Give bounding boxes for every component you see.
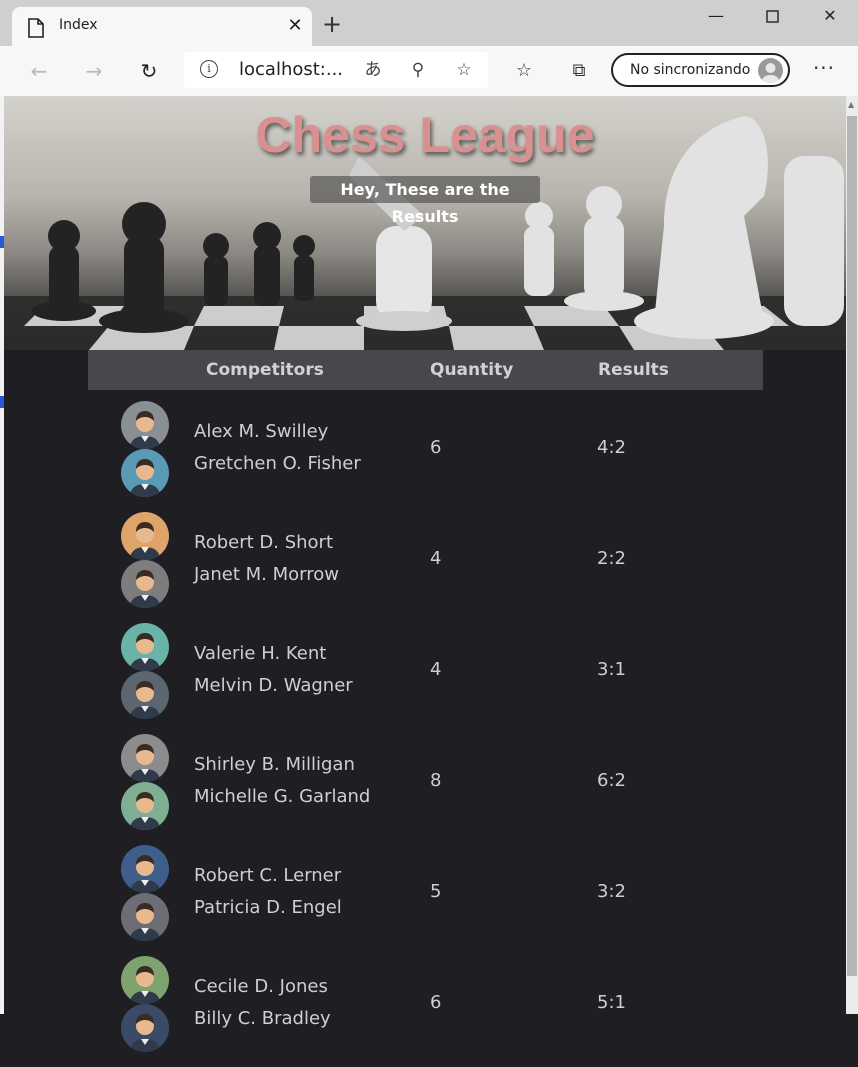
header-competitors: Competitors	[206, 360, 324, 380]
header-results: Results	[598, 360, 669, 380]
scroll-up-arrow-icon[interactable]: ▲	[848, 100, 854, 109]
close-window-button[interactable]: ✕	[802, 2, 858, 32]
sync-profile-button[interactable]: No sincronizando	[611, 53, 790, 87]
toolbar: ← → ↻ i localhost:... あ ⚲ ☆ ☆ ⧉ No sincr…	[0, 46, 858, 97]
zoom-out-icon[interactable]: ⚲	[406, 58, 430, 82]
quantity-cell: 5	[430, 881, 442, 902]
close-tab-icon[interactable]: ✕	[284, 15, 306, 37]
competitor-name: Melvin D. Wagner	[194, 675, 353, 696]
site-info-icon[interactable]: i	[200, 60, 218, 78]
competitor-name: Shirley B. Milligan	[194, 754, 355, 775]
table-row: Robert D. Short Janet M. Morrow 4 2:2	[88, 512, 763, 623]
competitor-avatar	[121, 782, 169, 830]
competitor-name: Robert C. Lerner	[194, 865, 342, 886]
address-bar[interactable]: i localhost:... あ ⚲ ☆	[184, 52, 488, 88]
competitor-name: Michelle G. Garland	[194, 786, 371, 807]
competitor-name: Cecile D. Jones	[194, 976, 328, 997]
competitor-avatar	[121, 1004, 169, 1052]
scrollbar-thumb[interactable]	[847, 116, 857, 976]
page-title: Chess League	[255, 107, 595, 163]
competitor-avatar	[121, 401, 169, 449]
reload-button[interactable]: ↻	[134, 56, 164, 86]
document-icon	[28, 18, 44, 42]
competitor-name: Billy C. Bradley	[194, 1008, 331, 1029]
competitor-name: Patricia D. Engel	[194, 897, 342, 918]
results-table-header: Competitors Quantity Results	[88, 350, 763, 390]
favorites-list-icon[interactable]: ☆	[511, 58, 537, 84]
result-cell: 6:2	[597, 770, 626, 791]
result-cell: 3:2	[597, 881, 626, 902]
title-bar: Index ✕ + — ✕	[0, 0, 858, 46]
competitor-name: Robert D. Short	[194, 532, 333, 553]
sync-label: No sincronizando	[630, 62, 751, 78]
minimize-button[interactable]: —	[688, 2, 744, 32]
competitor-avatar	[121, 734, 169, 782]
result-cell: 3:1	[597, 659, 626, 680]
competitor-avatar	[121, 623, 169, 671]
quantity-cell: 4	[430, 548, 442, 569]
tab-title: Index	[59, 17, 98, 33]
forward-button[interactable]: →	[79, 56, 109, 86]
hero-banner: Chess League Hey, These are the Results	[4, 96, 846, 350]
page-subtitle: Hey, These are the Results	[310, 176, 540, 226]
more-options-icon[interactable]: ···	[810, 56, 838, 84]
translate-icon[interactable]: あ	[361, 58, 385, 82]
collections-icon[interactable]: ⧉	[566, 58, 592, 84]
maximize-button[interactable]	[744, 2, 800, 32]
page-scrollbar[interactable]: ▲	[846, 96, 858, 1014]
competitor-name: Alex M. Swilley	[194, 421, 329, 442]
profile-avatar-icon	[758, 58, 783, 83]
new-tab-button[interactable]: +	[318, 11, 346, 39]
favorite-star-icon[interactable]: ☆	[452, 58, 476, 82]
quantity-cell: 6	[430, 437, 442, 458]
back-button[interactable]: ←	[24, 56, 54, 86]
competitor-avatar	[121, 512, 169, 560]
quantity-cell: 6	[430, 992, 442, 1013]
competitor-name: Janet M. Morrow	[194, 564, 339, 585]
address-text[interactable]: localhost:...	[239, 59, 343, 80]
table-row: Valerie H. Kent Melvin D. Wagner 4 3:1	[88, 623, 763, 734]
quantity-cell: 8	[430, 770, 442, 791]
competitor-avatar	[121, 671, 169, 719]
table-row: Shirley B. Milligan Michelle G. Garland 8 6…	[88, 734, 763, 845]
table-row: Alex M. Swilley Gretchen O. Fisher 6 4:2	[88, 401, 763, 512]
quantity-cell: 4	[430, 659, 442, 680]
table-row: Cecile D. Jones Billy C. Bradley 6 5:1	[88, 956, 763, 1067]
table-row: Robert C. Lerner Patricia D. Engel 5 3:2	[88, 845, 763, 956]
competitor-avatar	[121, 893, 169, 941]
competitor-avatar	[121, 449, 169, 497]
competitor-avatar	[121, 956, 169, 1004]
result-cell: 4:2	[597, 437, 626, 458]
competitor-avatar	[121, 845, 169, 893]
competitor-avatar	[121, 560, 169, 608]
tab-index[interactable]: Index ✕	[12, 7, 312, 46]
competitor-name: Valerie H. Kent	[194, 643, 327, 664]
result-cell: 5:1	[597, 992, 626, 1013]
header-quantity: Quantity	[430, 360, 514, 380]
competitor-name: Gretchen O. Fisher	[194, 453, 361, 474]
result-cell: 2:2	[597, 548, 626, 569]
